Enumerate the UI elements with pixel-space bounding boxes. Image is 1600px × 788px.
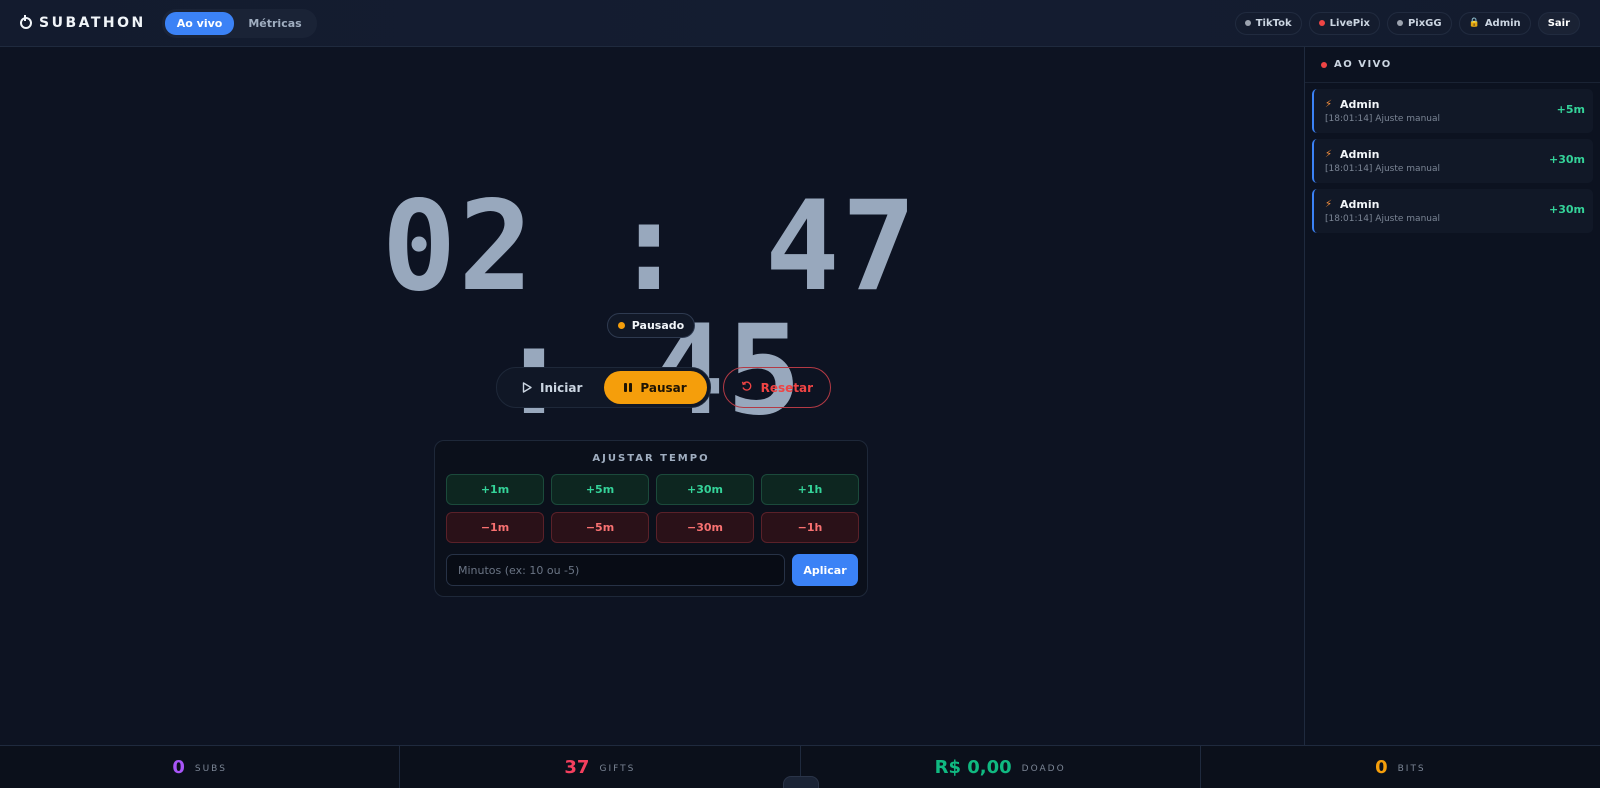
live-dot-icon: [1321, 61, 1327, 68]
source-tiktok[interactable]: TikTok: [1234, 11, 1302, 35]
add-1m-button[interactable]: +1m: [446, 474, 544, 505]
minutes-input[interactable]: [446, 554, 785, 586]
feed-item-amount: +5m: [1556, 103, 1585, 116]
source-label: LivePix: [1329, 17, 1370, 29]
stat-label: DOADO: [1021, 764, 1066, 774]
subtract-30m-button[interactable]: −30m: [656, 512, 754, 543]
nav-tabs: Ao vivo Métricas: [161, 8, 317, 38]
apply-button[interactable]: Aplicar: [792, 554, 858, 586]
feed-item-title: ⚡ Admin: [1325, 98, 1583, 111]
lightning-icon: ⚡: [1325, 199, 1333, 210]
lock-icon: 🔒: [1468, 18, 1480, 28]
brand: SUBATHON: [20, 15, 146, 31]
feed-item-detail: [18:01:14] Ajuste manual: [1325, 164, 1440, 174]
feed-item-name: Admin: [1340, 198, 1380, 211]
status-dot-icon: [1318, 20, 1325, 26]
timer-controls: Iniciar Pausar Resetar: [496, 367, 832, 408]
feed-item-amount: +30m: [1549, 203, 1585, 216]
live-feed-title: AO VIVO: [1334, 59, 1392, 70]
main-panel: 02 : 47 : 45 Pausado Iniciar Pausar Rese…: [0, 47, 1304, 745]
stat-label: BITS: [1397, 764, 1426, 774]
top-right-actions: TikTok LivePix PixGG 🔒 Admin Sair: [1234, 11, 1580, 35]
feed-item-detail: [18:01:14] Ajuste manual: [1325, 214, 1440, 224]
feed-item-detail: [18:01:14] Ajuste manual: [1325, 114, 1440, 124]
list-item: ⚡ Admin [18:01:14] Ajuste manual +5m: [1312, 89, 1593, 133]
stat-gifts: 37 GIFTS: [400, 746, 801, 788]
pause-button[interactable]: Pausar: [604, 371, 707, 404]
lightning-icon: ⚡: [1325, 149, 1333, 160]
stat-label: SUBS: [194, 764, 227, 774]
power-icon: [20, 15, 32, 29]
tab-metricas[interactable]: Métricas: [236, 12, 313, 35]
admin-label: Admin: [1484, 17, 1521, 29]
reset-label: Resetar: [760, 380, 814, 395]
source-pixgg[interactable]: PixGG: [1386, 11, 1452, 35]
subtract-1m-button[interactable]: −1m: [446, 512, 544, 543]
feed-item-title: ⚡ Admin: [1325, 148, 1583, 161]
lightning-icon: ⚡: [1325, 99, 1333, 110]
status-dot-icon: [1396, 20, 1403, 26]
tab-ao-vivo[interactable]: Ao vivo: [164, 11, 235, 35]
feed-item-name: Admin: [1340, 98, 1380, 111]
pause-label: Pausar: [640, 380, 687, 395]
admin-button[interactable]: 🔒 Admin: [1458, 11, 1531, 35]
stat-value: R$ 0,00: [934, 756, 1012, 778]
reset-button[interactable]: Resetar: [722, 367, 832, 408]
logout-button[interactable]: Sair: [1537, 11, 1580, 35]
start-button[interactable]: Iniciar: [500, 371, 604, 404]
adjust-buttons-grid: +1m +5m +30m +1h −1m −5m −30m −1h: [446, 474, 859, 543]
top-bar: SUBATHON Ao vivo Métricas TikTok LivePix…: [0, 0, 1600, 47]
subtract-5m-button[interactable]: −5m: [551, 512, 649, 543]
add-1h-button[interactable]: +1h: [761, 474, 859, 505]
stat-bits: 0 BITS: [1201, 746, 1600, 788]
source-label: PixGG: [1407, 17, 1442, 29]
play-icon: [522, 382, 532, 393]
pause-icon: [624, 383, 633, 392]
stat-donated: R$ 0,00 DOADO: [801, 746, 1201, 788]
start-pause-group: Iniciar Pausar: [496, 367, 711, 408]
add-30m-button[interactable]: +30m: [656, 474, 754, 505]
live-feed-header: AO VIVO: [1305, 47, 1600, 83]
adjust-time-card: AJUSTAR TEMPO +1m +5m +30m +1h −1m −5m −…: [434, 440, 868, 597]
source-livepix[interactable]: LivePix: [1308, 11, 1380, 35]
list-item: ⚡ Admin [18:01:14] Ajuste manual +30m: [1312, 189, 1593, 233]
feed-item-name: Admin: [1340, 148, 1380, 161]
live-feed-list: ⚡ Admin [18:01:14] Ajuste manual +5m ⚡ A…: [1305, 83, 1600, 233]
subtract-1h-button[interactable]: −1h: [761, 512, 859, 543]
start-label: Iniciar: [540, 380, 583, 395]
stat-value: 37: [564, 756, 590, 778]
status-label: Pausado: [631, 319, 685, 332]
status-badge: Pausado: [607, 313, 695, 338]
feed-item-title: ⚡ Admin: [1325, 198, 1583, 211]
stat-value: 0: [1375, 756, 1388, 778]
add-5m-button[interactable]: +5m: [551, 474, 649, 505]
status-dot-icon: [617, 322, 625, 329]
source-label: TikTok: [1255, 17, 1292, 29]
stat-value: 0: [172, 756, 185, 778]
live-feed-sidebar: AO VIVO ⚡ Admin [18:01:14] Ajuste manual…: [1304, 47, 1600, 745]
brand-title: SUBATHON: [39, 15, 146, 31]
adjust-title: AJUSTAR TEMPO: [592, 453, 710, 464]
feed-item-amount: +30m: [1549, 153, 1585, 166]
reset-icon: [741, 380, 753, 395]
stat-label: GIFTS: [599, 764, 636, 774]
scroll-handle[interactable]: [783, 776, 819, 788]
status-dot-icon: [1244, 20, 1251, 26]
list-item: ⚡ Admin [18:01:14] Ajuste manual +30m: [1312, 139, 1593, 183]
stat-subs: 0 SUBS: [0, 746, 401, 788]
